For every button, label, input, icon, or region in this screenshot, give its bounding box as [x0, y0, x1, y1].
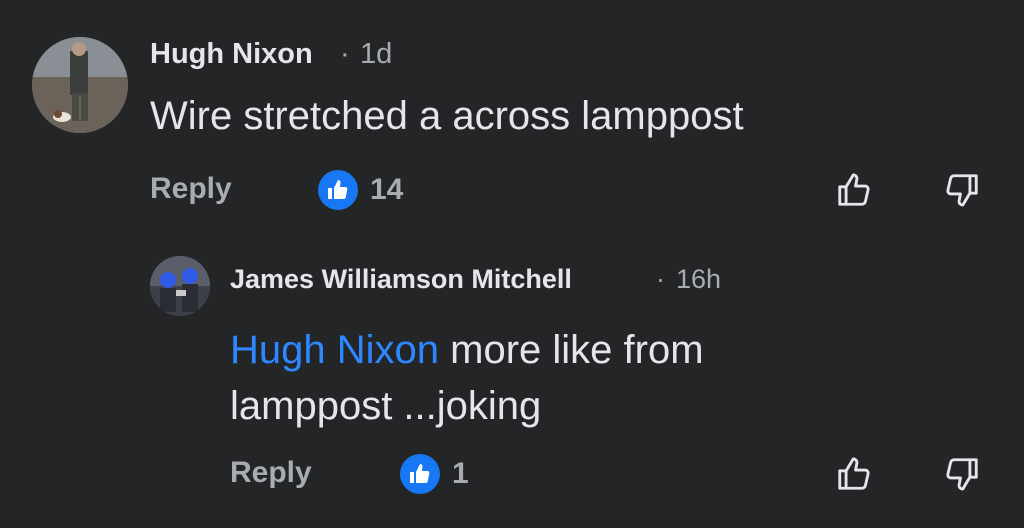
thumbs-up-outline-icon	[838, 457, 870, 490]
avatar[interactable]	[150, 256, 210, 316]
comment-author[interactable]: Hugh Nixon	[150, 38, 313, 71]
thumbs-up-icon	[328, 180, 348, 199]
like-button[interactable]	[830, 166, 878, 214]
thumbs-up-outline-icon	[838, 173, 870, 206]
reaction-badge[interactable]	[318, 170, 358, 210]
mention-link[interactable]: Hugh Nixon	[230, 328, 439, 372]
reply-button[interactable]: Reply	[230, 456, 312, 490]
separator-dot: ·	[656, 264, 665, 294]
comment-timestamp[interactable]: 1d	[360, 38, 392, 71]
thumbs-up-icon	[410, 464, 430, 483]
like-button[interactable]	[830, 450, 878, 498]
reply-button[interactable]: Reply	[150, 172, 232, 206]
avatar-photo	[32, 37, 128, 133]
thumbs-down-outline-icon	[946, 458, 978, 491]
comment-author[interactable]: James Williamson Mitchell	[230, 264, 572, 295]
comment-text-line2: lamppost ...joking	[230, 384, 542, 428]
comment-timestamp[interactable]: 16h	[676, 264, 721, 295]
dislike-button[interactable]	[938, 166, 986, 214]
comment-text: Wire stretched a across lamppost	[150, 94, 744, 138]
separator-dot: ·	[340, 38, 350, 70]
reaction-count: 1	[452, 457, 469, 490]
comment-text-line1: more like from	[439, 328, 704, 372]
reaction-badge[interactable]	[400, 454, 440, 494]
avatar-photo	[150, 256, 210, 316]
dislike-button[interactable]	[938, 450, 986, 498]
comment-text: Hugh Nixon more like from lamppost ...jo…	[230, 322, 704, 434]
avatar[interactable]	[32, 37, 128, 133]
thumbs-down-outline-icon	[946, 174, 978, 207]
reaction-count: 14	[370, 173, 404, 206]
